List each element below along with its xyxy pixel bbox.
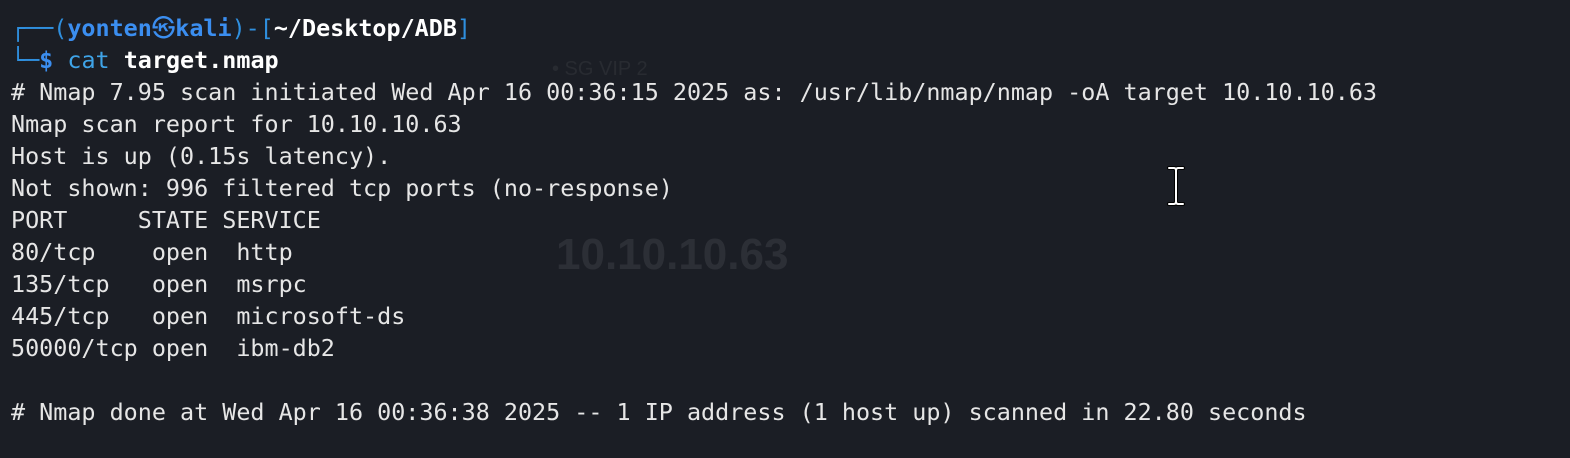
terminal-output: ┌──(yonten㉿kali)-[~/Desktop/ADB] └─$ cat… [11, 12, 1566, 428]
prompt-host: kali [175, 14, 232, 42]
prompt-path: ~/Desktop/ADB [273, 14, 457, 42]
prompt-frame-mid: )-[ [231, 14, 274, 42]
output-line: 80/tcp open http [11, 238, 293, 266]
prompt-line-command[interactable]: └─$ cat target.nmap [11, 44, 1566, 76]
output-line: Nmap scan report for 10.10.10.63 [11, 110, 462, 138]
output-line: 135/tcp open msrpc [11, 270, 307, 298]
text-cursor-ibeam-icon [1167, 166, 1185, 206]
terminal-window[interactable]: • SG VIP 2 10.10.10.63 ┌──(yonten㉿kali)-… [0, 0, 1570, 458]
output-line: # Nmap done at Wed Apr 16 00:36:38 2025 … [11, 398, 1307, 426]
prompt-user: yonten [67, 14, 152, 42]
output-line: 445/tcp open microsoft-ds [11, 302, 406, 330]
prompt-at-icon: ㉿ [151, 14, 176, 42]
prompt-frame-open: ┌──( [11, 14, 68, 42]
command-name: cat [67, 46, 110, 74]
output-line: 50000/tcp open ibm-db2 [11, 334, 335, 362]
command-argument: target.nmap [123, 46, 279, 74]
prompt-frame-bottom: └─ [11, 46, 40, 74]
prompt-frame-close: ] [456, 14, 471, 42]
prompt-dollar: $ [39, 46, 54, 74]
output-line: Host is up (0.15s latency). [11, 142, 392, 170]
output-line: PORT STATE SERVICE [11, 206, 321, 234]
output-line: # Nmap 7.95 scan initiated Wed Apr 16 00… [11, 78, 1377, 106]
prompt-line-top: ┌──(yonten㉿kali)-[~/Desktop/ADB] [11, 12, 1566, 44]
output-line: Not shown: 996 filtered tcp ports (no-re… [11, 174, 673, 202]
